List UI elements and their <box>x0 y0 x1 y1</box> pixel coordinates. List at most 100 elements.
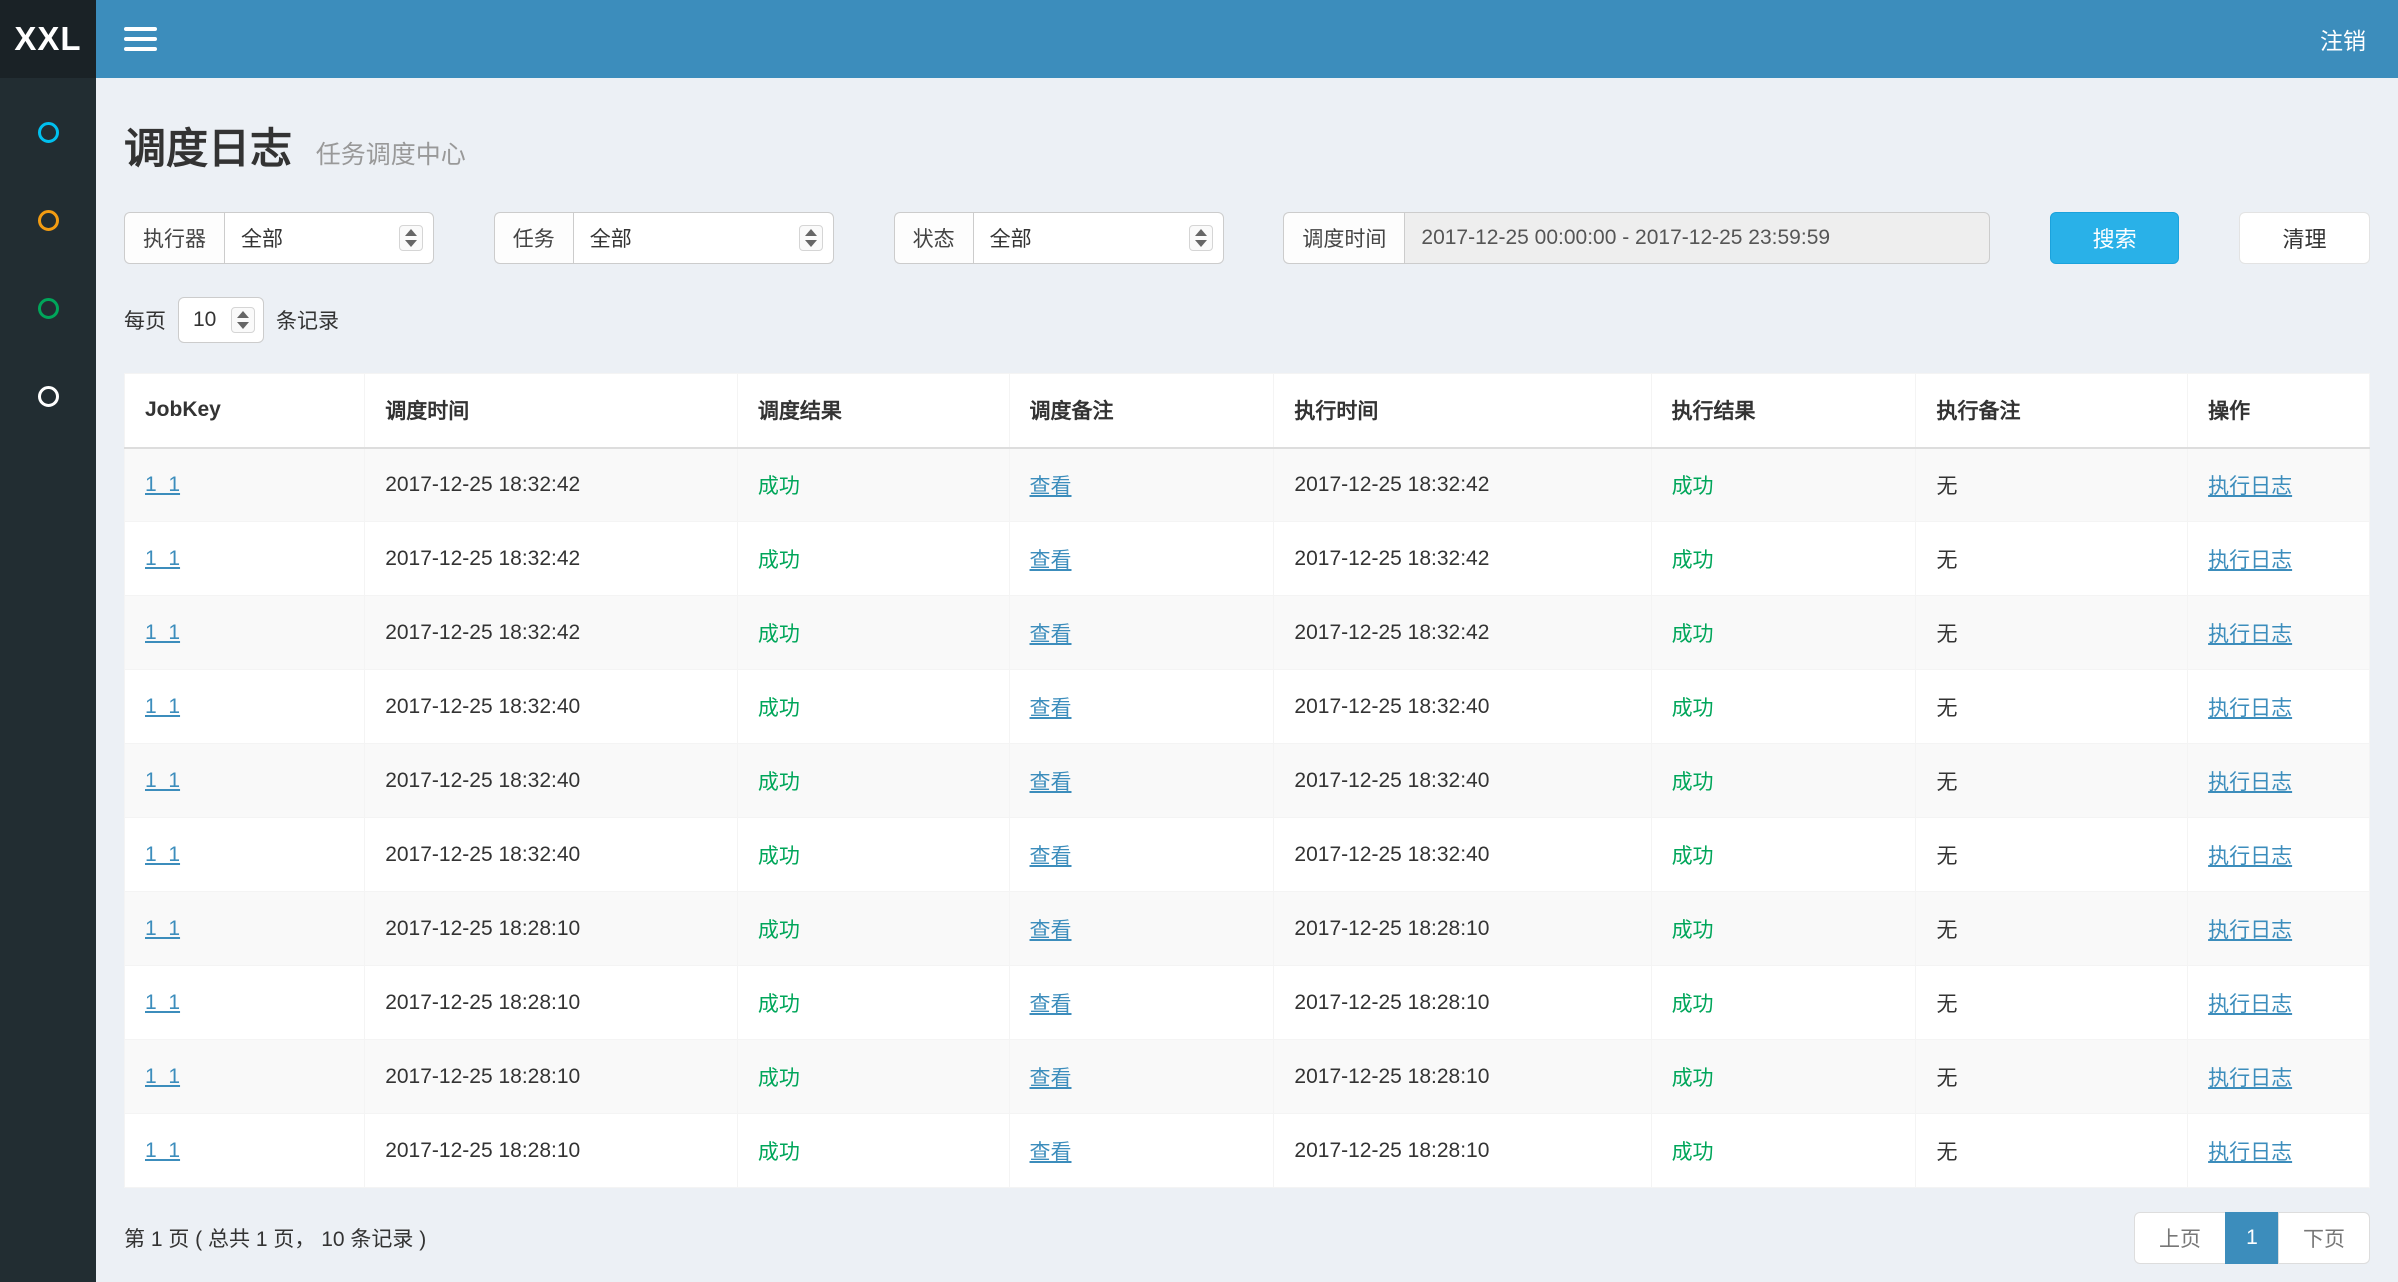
exec-log-link[interactable]: 执行日志 <box>2208 549 2292 572</box>
trigger-result-cell: 成功 <box>737 596 1009 670</box>
page-header: 调度日志 任务调度中心 <box>124 115 2370 176</box>
trigger-msg-link[interactable]: 查看 <box>1030 549 1072 572</box>
exec-log-link[interactable]: 执行日志 <box>2208 475 2292 498</box>
handle-result-cell: 成功 <box>1651 966 1916 1040</box>
handle-time-cell: 2017-12-25 18:28:10 <box>1274 1114 1651 1188</box>
sidebar-toggle-icon[interactable] <box>124 27 157 51</box>
prev-page-button[interactable]: 上页 <box>2134 1212 2226 1264</box>
job-key-link[interactable]: 1_1 <box>145 843 180 866</box>
caret-down-icon <box>405 240 417 247</box>
select-stepper-icon <box>799 225 823 251</box>
circle-icon <box>38 210 59 231</box>
caret-down-icon <box>805 240 817 247</box>
trigger-result-cell: 成功 <box>737 522 1009 596</box>
table-row: 1_12017-12-25 18:28:10成功查看2017-12-25 18:… <box>125 892 2370 966</box>
select-stepper-icon <box>399 225 423 251</box>
status-filter-group: 状态 全部 <box>894 212 1224 264</box>
job-key-link-cell: 1_1 <box>125 448 365 522</box>
job-key-link[interactable]: 1_1 <box>145 917 180 940</box>
trigger-msg-link[interactable]: 查看 <box>1030 623 1072 646</box>
exec-log-link[interactable]: 执行日志 <box>2208 1141 2292 1164</box>
page-size-suffix: 条记录 <box>276 305 339 335</box>
handle-msg-cell: 无 <box>1916 818 2188 892</box>
trigger-time-cell: 2017-12-25 18:32:42 <box>365 522 738 596</box>
logout-link[interactable]: 注销 <box>2320 22 2366 56</box>
exec-log-link[interactable]: 执行日志 <box>2208 623 2292 646</box>
circle-icon <box>38 298 59 319</box>
job-key-link-cell: 1_1 <box>125 596 365 670</box>
trigger-msg-link[interactable]: 查看 <box>1030 1067 1072 1090</box>
clear-button[interactable]: 清理 <box>2239 212 2370 264</box>
trigger-msg-link[interactable]: 查看 <box>1030 993 1072 1016</box>
next-page-button[interactable]: 下页 <box>2278 1212 2370 1264</box>
job-key-link-cell: 1_1 <box>125 1114 365 1188</box>
trigger-msg-link[interactable]: 查看 <box>1030 771 1072 794</box>
exec-log-link[interactable]: 执行日志 <box>2208 697 2292 720</box>
sidebar-item-3[interactable] <box>0 264 96 352</box>
sidebar-item-1[interactable] <box>0 88 96 176</box>
exec-log-link[interactable]: 执行日志 <box>2208 993 2292 1016</box>
job-key-link[interactable]: 1_1 <box>145 991 180 1014</box>
trigger-msg-link-cell: 查看 <box>1009 596 1274 670</box>
exec-log-link-cell: 执行日志 <box>2188 818 2370 892</box>
job-select-value: 全部 <box>590 223 632 253</box>
table-row: 1_12017-12-25 18:32:42成功查看2017-12-25 18:… <box>125 596 2370 670</box>
handle-result-cell: 成功 <box>1651 744 1916 818</box>
hamburger-bar <box>124 47 157 51</box>
exec-log-link-cell: 执行日志 <box>2188 1040 2370 1114</box>
page-size-select[interactable]: 10 <box>178 297 264 343</box>
trigger-msg-link[interactable]: 查看 <box>1030 697 1072 720</box>
trigger-msg-link[interactable]: 查看 <box>1030 919 1072 942</box>
handle-result-cell: 成功 <box>1651 670 1916 744</box>
job-key-link[interactable]: 1_1 <box>145 621 180 644</box>
job-select[interactable]: 全部 <box>573 212 834 264</box>
handle-time-cell: 2017-12-25 18:28:10 <box>1274 892 1651 966</box>
exec-log-link[interactable]: 执行日志 <box>2208 845 2292 868</box>
trigger-msg-link-cell: 查看 <box>1009 744 1274 818</box>
status-select[interactable]: 全部 <box>973 212 1224 264</box>
trigger-msg-link-cell: 查看 <box>1009 892 1274 966</box>
exec-log-link[interactable]: 执行日志 <box>2208 1067 2292 1090</box>
trigger-msg-link[interactable]: 查看 <box>1030 845 1072 868</box>
job-filter-group: 任务 全部 <box>494 212 834 264</box>
handle-time-cell: 2017-12-25 18:28:10 <box>1274 966 1651 1040</box>
time-range-input[interactable] <box>1404 212 1990 264</box>
handle-result-cell: 成功 <box>1651 1114 1916 1188</box>
caret-up-icon <box>1195 229 1207 236</box>
job-key-link[interactable]: 1_1 <box>145 1065 180 1088</box>
search-button[interactable]: 搜索 <box>2050 212 2179 264</box>
handle-time-cell: 2017-12-25 18:32:42 <box>1274 522 1651 596</box>
sidebar-item-4[interactable] <box>0 352 96 440</box>
page-size-control: 每页 10 条记录 <box>124 297 2370 343</box>
trigger-result-cell: 成功 <box>737 1114 1009 1188</box>
executor-select[interactable]: 全部 <box>224 212 434 264</box>
trigger-msg-link[interactable]: 查看 <box>1030 475 1072 498</box>
trigger-result-cell: 成功 <box>737 966 1009 1040</box>
job-key-link[interactable]: 1_1 <box>145 547 180 570</box>
time-filter-group: 调度时间 <box>1283 212 1990 264</box>
current-page-button[interactable]: 1 <box>2225 1212 2279 1264</box>
job-key-link[interactable]: 1_1 <box>145 1139 180 1162</box>
handle-result-cell: 成功 <box>1651 522 1916 596</box>
handle-msg-cell: 无 <box>1916 522 2188 596</box>
app-logo[interactable]: XXL <box>0 0 96 78</box>
column-header: 调度时间 <box>365 374 738 448</box>
exec-log-link-cell: 执行日志 <box>2188 448 2370 522</box>
table-row: 1_12017-12-25 18:32:40成功查看2017-12-25 18:… <box>125 670 2370 744</box>
job-key-link[interactable]: 1_1 <box>145 695 180 718</box>
trigger-msg-link[interactable]: 查看 <box>1030 1141 1072 1164</box>
exec-log-link[interactable]: 执行日志 <box>2208 771 2292 794</box>
trigger-msg-link-cell: 查看 <box>1009 1040 1274 1114</box>
trigger-time-cell: 2017-12-25 18:32:42 <box>365 448 738 522</box>
pagination-summary: 第 1 页 ( 总共 1 页， 10 条记录 ) <box>124 1223 426 1253</box>
trigger-msg-link-cell: 查看 <box>1009 522 1274 596</box>
job-key-link[interactable]: 1_1 <box>145 473 180 496</box>
sidebar-item-2[interactable] <box>0 176 96 264</box>
handle-msg-cell: 无 <box>1916 448 2188 522</box>
job-key-link[interactable]: 1_1 <box>145 769 180 792</box>
sidebar <box>0 78 96 1282</box>
navbar-main: 注销 <box>96 0 2398 78</box>
exec-log-link[interactable]: 执行日志 <box>2208 919 2292 942</box>
main-content: 调度日志 任务调度中心 执行器 全部 任务 全部 <box>96 0 2398 1264</box>
page-title: 调度日志 <box>124 125 292 172</box>
